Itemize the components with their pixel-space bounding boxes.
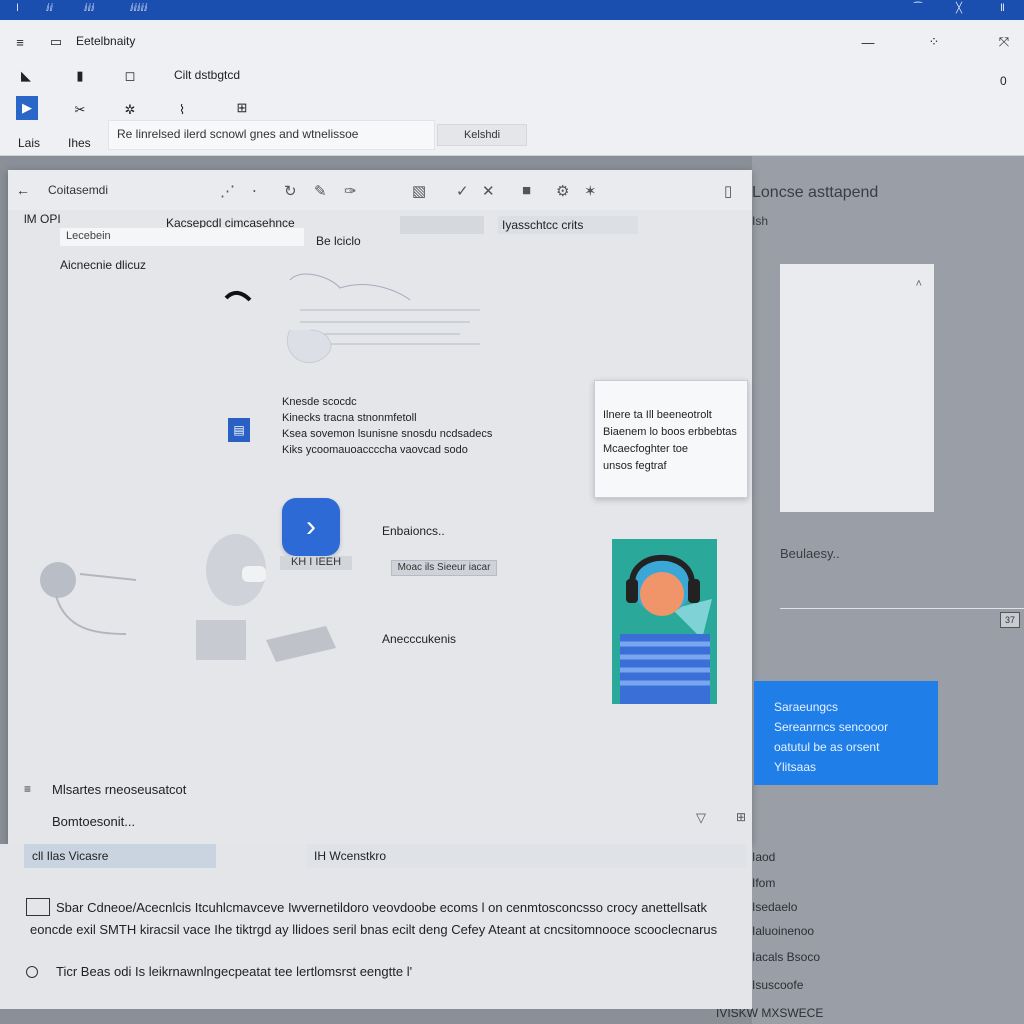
tooltip-line: unsos fegtraf	[603, 460, 667, 472]
mode-label: lM OPI	[24, 212, 61, 226]
info-card-line: Ylitsaas	[774, 760, 817, 774]
restore-button[interactable]: Ⅱ	[1000, 3, 1005, 14]
info-card-line: Sereanrncs sencooor	[774, 720, 889, 734]
grid-icon[interactable]: ⊞	[736, 810, 746, 824]
document-title: Eetelbnaity	[76, 34, 136, 48]
title-bar-item[interactable]: ⅈⅈ	[46, 3, 53, 14]
body-text: eoncde exil SMTH kiracsil vace Ihe tiktr…	[30, 922, 718, 937]
gear-icon[interactable]: ✲	[122, 102, 138, 118]
info-card-line: oatutul be as orsent	[774, 740, 880, 754]
title-bar-item[interactable]: ⅈⅈⅈ	[84, 3, 95, 14]
list-item[interactable]: Isuscoofe	[752, 978, 803, 992]
list-item[interactable]: Ialuoinenoo	[752, 924, 814, 938]
panel-heading: Loncse asttapend	[752, 184, 879, 201]
tooltip-line: Ilnere ta Ill beeneotrolt	[603, 409, 712, 421]
close-button[interactable]: ╳	[956, 3, 962, 14]
comment-icon[interactable]: ◻	[122, 68, 138, 84]
side-link[interactable]: Beulaesy..	[780, 546, 840, 561]
body-text: Ticr Beas odi Is leikrnawnlngecpeatat te…	[56, 964, 413, 979]
radio-button[interactable]	[26, 966, 38, 978]
minimize-button[interactable]: ⁀	[914, 3, 922, 14]
list-icon[interactable]: ≡	[24, 782, 31, 796]
subheading: Be lciclo	[316, 234, 361, 248]
dot-icon[interactable]: ⋅	[252, 182, 257, 200]
header-chip[interactable]	[400, 216, 484, 234]
header-chip-label[interactable]: Iyasschtcc crits	[498, 216, 638, 234]
grid-icon[interactable]: ⋰	[220, 182, 235, 200]
list-item[interactable]: Isedaelo	[752, 900, 797, 914]
title-bar-item[interactable]: Ⅰ	[16, 3, 19, 14]
device-illustration	[40, 534, 336, 662]
ribbon-toolbar: ≡ ▭ Eetelbnaity — ⁘ ⤧ ◣ ▮ ◻ Cilt dstbgtc…	[0, 20, 1024, 156]
tab-label[interactable]: Ihes	[68, 136, 91, 150]
pen-icon[interactable]: ✎	[314, 182, 327, 200]
secondary-link[interactable]: Anecccukenis	[382, 632, 456, 646]
character-image-icon	[612, 539, 717, 704]
footer-title: Mlsartes rneoseusatcot	[52, 782, 187, 797]
check-icon[interactable]: ✓	[456, 182, 469, 200]
grid-icon[interactable]: ⁘	[926, 34, 942, 50]
panel-subheading: Ish	[752, 214, 769, 228]
star-icon[interactable]: ✶	[584, 182, 597, 200]
tag-chip[interactable]: Moac ils Sieeur iacar	[391, 560, 497, 576]
dash-icon[interactable]: —	[860, 34, 876, 50]
expand-icon[interactable]: ⤧	[996, 34, 1012, 50]
list-item[interactable]: Iacals Bsoco	[752, 950, 820, 964]
selected-tool-icon[interactable]: ▶	[16, 96, 38, 120]
filter-icon[interactable]: ▽	[696, 810, 706, 826]
character-picture[interactable]	[612, 539, 717, 704]
menu-icon[interactable]: ≡	[12, 34, 28, 50]
ribbon-label: Cilt dstbgtcd	[174, 68, 241, 82]
tab-label[interactable]: Lais	[18, 136, 40, 150]
divider	[780, 608, 1024, 609]
window-title-bar: Ⅰ ⅈⅈ ⅈⅈⅈ ⅈⅈⅈⅈⅈ ⁀ ╳ Ⅱ	[0, 0, 1024, 20]
footer-subtitle[interactable]: Bomtoesonit...	[52, 814, 135, 829]
title-bar-item[interactable]: ⅈⅈⅈⅈⅈ	[130, 3, 148, 14]
popover-panel: ˄	[780, 264, 934, 512]
page-icon[interactable]: ▯	[724, 182, 732, 200]
brush-icon[interactable]: ✑	[344, 182, 357, 200]
bucket-icon[interactable]: ◣	[18, 68, 34, 84]
page-counter: 37	[1000, 612, 1020, 628]
tooltip-line: Biaenem lo boos erbbebtas	[603, 426, 737, 438]
description-line: Knesde scocdc	[282, 396, 357, 408]
rotate-icon[interactable]: ↻	[284, 182, 297, 200]
body-text: Sbar Cdneoe/Acecnlcis Itcuhlcmavceve Iwv…	[56, 900, 708, 915]
document-icon: ▭	[49, 34, 63, 49]
tooltip-line: Mcaecfoghter toe	[603, 443, 688, 455]
file-type-icon: ▤	[228, 418, 250, 442]
primary-link[interactable]: Enbaioncs..	[382, 524, 445, 538]
close-x-icon[interactable]: ✕	[482, 182, 495, 200]
sketch-illustration	[224, 273, 480, 364]
list-item[interactable]: Ifom	[752, 876, 775, 890]
dialog-toolbar: ← Coitasemdi ⋰ ⋅ ↻ ✎ ✑ ▧ ✓ ✕ ■ ⚙ ✶ ▯	[8, 170, 752, 210]
cut-icon[interactable]: ✂	[72, 102, 88, 118]
counter-value: 0	[1000, 74, 1007, 88]
list-item[interactable]: Iaod	[752, 850, 775, 864]
settings-icon[interactable]: ⚙	[556, 182, 569, 200]
name-input[interactable]: Lecebein	[60, 228, 304, 246]
info-card[interactable]: Saraeungcs Sereanrncs sencooor oatutul b…	[754, 681, 938, 785]
action-button[interactable]: Kelshdi	[437, 124, 527, 146]
description-line: Ksea sovemon lsunisne snosdu ncdsadecs	[282, 428, 493, 440]
chevron-up-icon[interactable]: ˄	[916, 278, 922, 290]
document-content: cll Ilas Vicasre IH Wcenstkro Sbar Cdneo…	[0, 844, 752, 1009]
format-icon[interactable]: ⊞	[234, 100, 250, 116]
info-card-title: Saraeungcs	[774, 700, 839, 714]
main-dialog: ← Coitasemdi ⋰ ⋅ ↻ ✎ ✑ ▧ ✓ ✕ ■ ⚙ ✶ ▯ lM …	[8, 170, 752, 844]
bookmark-icon[interactable]: ▮	[72, 68, 88, 84]
back-arrow-icon[interactable]: ←	[16, 182, 30, 198]
brush-icon[interactable]: ⌇	[174, 102, 190, 118]
media-card[interactable]: IH Wcenstkro	[306, 844, 746, 868]
square-icon[interactable]: ■	[522, 182, 531, 199]
search-input[interactable]: Re linrelsed ilerd scnowl gnes and wtnel…	[108, 120, 435, 150]
checkbox[interactable]	[26, 898, 50, 916]
tooltip-card: Ilnere ta Ill beeneotrolt Biaenem lo boo…	[594, 380, 748, 498]
dialog-title: Coitasemdi	[48, 183, 109, 197]
description-line: Kinecks tracna stnonmfetoll	[282, 412, 417, 424]
pattern-icon[interactable]: ▧	[412, 182, 426, 200]
media-card[interactable]: cll Ilas Vicasre	[24, 844, 216, 868]
description-line: Kiks ycoomauoaccccha vaovcad sodo	[282, 444, 468, 456]
field-label: Aicnecnie dlicuz	[60, 258, 147, 272]
